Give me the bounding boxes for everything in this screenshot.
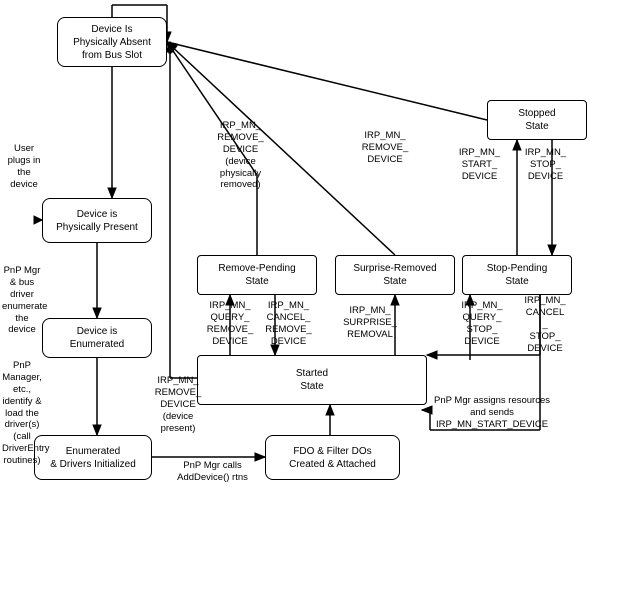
box-started: Started State (197, 355, 427, 405)
label-irp-remove-physical: IRP_MN_ REMOVE_ DEVICE (device physicall… (208, 120, 273, 191)
label-pnp-load: PnP Manager, etc., identify & load the d… (2, 360, 42, 467)
box-surprise-removed: Surprise-Removed State (335, 255, 455, 295)
label-pnp-adddevice: PnP Mgr calls AddDevice() rtns (160, 460, 265, 484)
label-irp-query-remove: IRP_MN_ QUERY_ REMOVE_ DEVICE (200, 300, 260, 348)
absent-label: Device Is Physically Absent from Bus Slo… (73, 23, 151, 62)
box-initialized: Enumerated & Drivers Initialized (34, 435, 152, 480)
label-irp-remove-device2: IRP_MN_ REMOVE_ DEVICE (350, 130, 420, 166)
remove-pending-label: Remove-Pending State (218, 262, 295, 288)
box-stopped: Stopped State (487, 100, 587, 140)
box-absent: Device Is Physically Absent from Bus Slo… (57, 17, 167, 67)
label-pnp-enum: PnP Mgr & bus driver enumerate the devic… (2, 265, 42, 336)
box-fdo: FDO & Filter DOs Created & Attached (265, 435, 400, 480)
initialized-label: Enumerated & Drivers Initialized (50, 445, 136, 471)
label-irp-cancel-stop: IRP_MN_ CANCEL _ STOP_ DEVICE (516, 295, 574, 354)
stopped-label: Stopped State (518, 107, 555, 133)
box-enumerated: Device is Enumerated (42, 318, 152, 358)
label-irp-query-stop: IRP_MN_ QUERY_ STOP_ DEVICE (453, 300, 511, 348)
box-remove-pending: Remove-Pending State (197, 255, 317, 295)
label-plug: User plugs in the device (5, 143, 43, 191)
surprise-removed-label: Surprise-Removed State (353, 262, 436, 288)
present-label: Device is Physically Present (56, 208, 138, 234)
label-irp-start: IRP_MN_ START_ DEVICE (452, 147, 507, 183)
started-label: Started State (296, 367, 328, 393)
state-diagram: Device Is Physically Absent from Bus Slo… (0, 0, 627, 591)
label-pnp-start: PnP Mgr assigns resources and sends IRP_… (402, 395, 582, 431)
fdo-label: FDO & Filter DOs Created & Attached (289, 445, 376, 471)
stop-pending-label: Stop-Pending State (487, 262, 548, 288)
label-irp-stop: IRP_MN_ STOP_ DEVICE (518, 147, 573, 183)
label-irp-surprise: IRP_MN_ SURPRISE_ REMOVAL (335, 305, 405, 341)
label-irp-cancel-remove: IRP_MN_ CANCEL_ REMOVE_ DEVICE (256, 300, 321, 348)
box-present: Device is Physically Present (42, 198, 152, 243)
label-irp-remove-present: IRP_MN_ REMOVE_ DEVICE (device present) (148, 375, 208, 434)
box-stop-pending: Stop-Pending State (462, 255, 572, 295)
enumerated-label: Device is Enumerated (70, 325, 124, 351)
